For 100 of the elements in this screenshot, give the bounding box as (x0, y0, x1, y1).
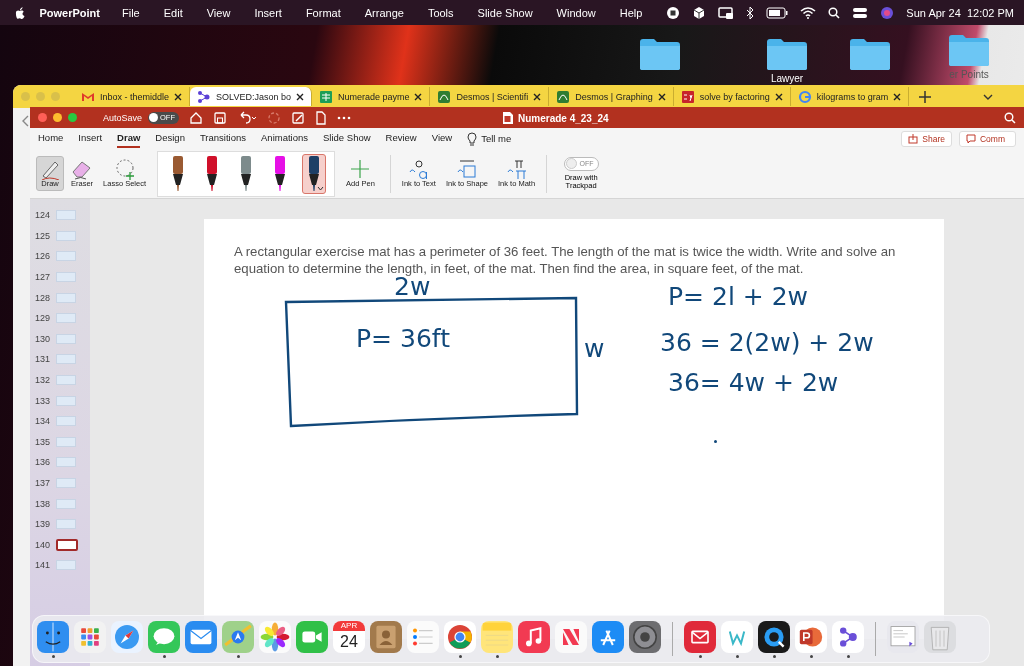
save-icon[interactable] (213, 110, 228, 125)
slide-number: 133 (35, 395, 51, 406)
folder-icon[interactable] (766, 37, 808, 71)
close-icon[interactable] (893, 92, 902, 101)
box-icon[interactable] (692, 5, 707, 20)
siri-icon[interactable] (880, 5, 895, 20)
comments-button[interactable]: Comm (958, 130, 1016, 147)
slide-number: 125 (35, 230, 51, 241)
favicon-icon (197, 89, 212, 104)
favicon-icon (556, 89, 571, 104)
folder-icon[interactable] (639, 37, 681, 71)
pen-icon (307, 154, 322, 193)
app-menu[interactable]: PowerPoint (39, 6, 100, 19)
ribbon-tab[interactable]: Design (155, 129, 185, 148)
wifi-icon[interactable] (800, 6, 817, 19)
browser-tab[interactable]: Desmos | Scientifi (430, 87, 550, 106)
share-button[interactable]: Share (901, 130, 952, 147)
apple-logo-icon[interactable] (14, 5, 26, 20)
browser-tab[interactable]: kilograms to gram (790, 87, 910, 106)
browser-tab[interactable]: SOLVED:Jason bo (190, 87, 312, 106)
document-title: Numerade 4_23_24 (518, 112, 609, 124)
ribbon-tab[interactable]: Review (385, 129, 417, 148)
plus-icon[interactable] (919, 90, 932, 103)
ink-math-icon (505, 158, 528, 181)
close-icon[interactable] (774, 92, 783, 101)
ink-shape-icon (455, 158, 478, 181)
menu-item[interactable]: Edit (163, 6, 183, 19)
photos-app-icon[interactable] (259, 620, 291, 653)
pen-icon (171, 154, 186, 193)
pen-page-icon[interactable] (291, 110, 306, 125)
bluetooth-icon[interactable] (746, 5, 755, 20)
slide-thumbnail[interactable] (56, 538, 78, 551)
slide-number: 135 (35, 436, 51, 447)
search-icon[interactable] (828, 6, 841, 19)
favicon-icon (318, 89, 333, 104)
tell-me-search[interactable]: Tell me (481, 133, 512, 144)
share-icon (908, 133, 919, 144)
lightbulb-icon[interactable] (467, 131, 478, 146)
menu-item[interactable]: Insert (254, 6, 282, 19)
menu-item[interactable]: Window (556, 6, 596, 19)
menu-item[interactable]: File (122, 6, 140, 19)
ink-dot (714, 440, 717, 443)
ribbon-tab[interactable]: Home (38, 129, 64, 148)
browser-tab[interactable]: Desmos | Graphing (549, 87, 674, 106)
folder-icon[interactable] (849, 37, 891, 71)
ribbon-tab[interactable]: Slide Show (323, 129, 371, 148)
lasso-icon (113, 158, 136, 181)
ribbon-tab[interactable]: Transitions (199, 129, 247, 148)
close-icon[interactable] (657, 92, 666, 101)
ribbon-tab[interactable]: Insert (78, 129, 103, 148)
clock: Sun Apr 24 12:02 PM (906, 6, 1014, 19)
slide-number: 140 (35, 539, 51, 550)
folder-label: Lawyer (770, 73, 804, 84)
slide-number: 128 (35, 292, 51, 303)
calendar-app-icon[interactable]: APR 24 (333, 620, 365, 653)
control-center-icon[interactable] (852, 6, 869, 19)
close-icon[interactable] (533, 92, 542, 101)
powerpoint-file-icon (502, 111, 514, 125)
record-icon[interactable] (666, 5, 681, 20)
menu-item[interactable]: Slide Show (477, 6, 533, 19)
handwritten-text: 36= 4w + 2w (668, 367, 839, 399)
menu-item[interactable]: Arrange (364, 6, 404, 19)
menu-item[interactable]: Tools (427, 6, 454, 19)
slide-number: 141 (35, 560, 51, 571)
slide-number: 126 (35, 251, 51, 262)
folder-label: er Points (949, 69, 989, 80)
close-icon[interactable] (414, 92, 423, 101)
handwritten-text: w (584, 333, 605, 365)
pen-icon (239, 154, 254, 193)
menu-item[interactable]: Format (305, 6, 341, 19)
favicon-icon (680, 89, 695, 104)
comment-icon (965, 133, 976, 144)
browser-tab[interactable]: solve by factoring (673, 87, 791, 106)
slide-number: 134 (35, 416, 51, 427)
slide-number: 138 (35, 498, 51, 509)
close-icon[interactable] (295, 92, 304, 101)
menu-item[interactable]: View (206, 6, 231, 19)
browser-tab[interactable]: Numerade payme (311, 87, 431, 106)
ribbon-tab[interactable]: Animations (261, 129, 309, 148)
slide-number: 139 (35, 519, 51, 530)
handwritten-text: 36 = 2(2w) + 2w (660, 327, 874, 359)
slide-number: 132 (35, 375, 51, 386)
slide-number: 136 (35, 457, 51, 468)
home-icon[interactable] (189, 110, 204, 125)
document-icon[interactable] (315, 110, 328, 125)
close-icon[interactable] (174, 92, 183, 101)
ribbon-tab[interactable]: View (431, 129, 453, 148)
pen-button[interactable] (302, 153, 327, 194)
menu-item[interactable]: Help (619, 6, 643, 19)
slide-number: 131 (35, 354, 51, 365)
folder-icon[interactable] (948, 33, 990, 67)
battery-icon[interactable] (766, 6, 789, 19)
plus-icon (349, 158, 372, 181)
chevron-down-icon[interactable] (983, 93, 994, 100)
search-icon[interactable] (1004, 111, 1016, 124)
display-icon[interactable] (718, 5, 735, 20)
slide-number: 129 (35, 313, 51, 324)
slide-number: 137 (35, 478, 51, 488)
more-icon[interactable] (337, 115, 352, 120)
pen-icon (273, 154, 288, 193)
